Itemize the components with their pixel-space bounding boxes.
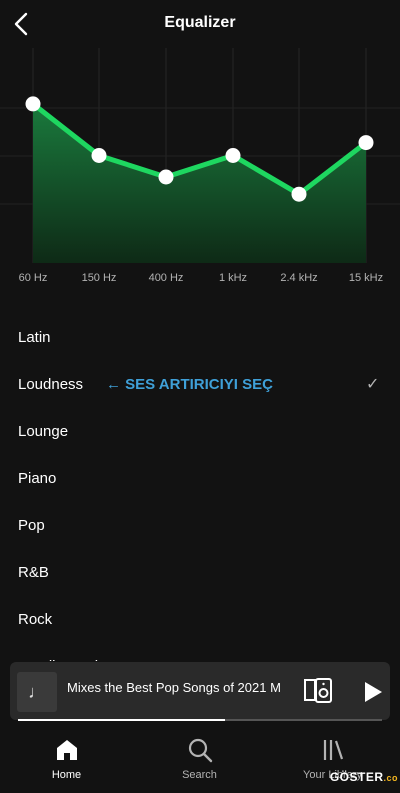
- preset-label: Pop: [18, 517, 45, 534]
- page-title: Equalizer: [164, 14, 236, 31]
- check-icon: ✓: [366, 376, 380, 393]
- band-label: 400 Hz: [148, 272, 184, 284]
- equalizer-graph: [0, 48, 400, 298]
- nav-home-label: Home: [51, 769, 82, 781]
- preset-list: Latin Loudness ← SES ARTIRICIYI SEÇ ✓ Lounge…: [0, 314, 400, 661]
- preset-item[interactable]: Piano: [0, 455, 400, 502]
- watermark-suffix: .co: [383, 773, 398, 783]
- band-handle-60hz[interactable]: [25, 96, 41, 112]
- equalizer-chart: [0, 48, 400, 264]
- library-icon: [323, 740, 343, 760]
- preset-item[interactable]: Rock: [0, 596, 400, 643]
- band-handle-1khz[interactable]: [225, 148, 241, 163]
- nav-search-label: Search: [182, 769, 217, 781]
- connect-device-icon[interactable]: [304, 678, 332, 704]
- preset-label: Piano: [18, 470, 57, 487]
- band-handle-150hz[interactable]: [91, 148, 107, 163]
- watermark-logo: GÖSTER.co: [330, 770, 398, 784]
- band-labels: 60 Hz 150 Hz 400 Hz 1 kHz 2.4 kHz 15 kHz: [0, 272, 400, 288]
- preset-label: Small Speakers: [18, 658, 123, 661]
- playback-progress-fill: [18, 719, 226, 721]
- band-label: 150 Hz: [81, 272, 117, 284]
- preset-item[interactable]: Small Speakers: [0, 643, 400, 661]
- music-note-icon: ♩: [28, 681, 46, 702]
- mini-player[interactable]: ♩ Mixes the Best Pop Songs of 2021 M: [10, 662, 390, 720]
- preset-label: Lounge: [18, 423, 69, 440]
- band-handle-15khz[interactable]: [358, 135, 374, 151]
- album-art[interactable]: ♩: [17, 672, 57, 712]
- track-title: Mixes the Best Pop Songs of 2021 M: [67, 680, 281, 695]
- nav-home[interactable]: Home: [0, 725, 133, 793]
- preset-item[interactable]: Loudness ← SES ARTIRICIYI SEÇ ✓: [0, 361, 400, 408]
- home-icon: [56, 740, 77, 760]
- nav-search[interactable]: Search: [133, 725, 266, 793]
- preset-label: Latin: [18, 329, 51, 346]
- preset-label: R&B: [18, 564, 49, 581]
- band-label: 2.4 kHz: [280, 272, 318, 284]
- preset-label: Loudness: [18, 376, 84, 393]
- band-label: 60 Hz: [18, 272, 48, 284]
- top-bar: Equalizer: [0, 0, 400, 48]
- preset-label: Rock: [18, 611, 53, 628]
- band-label: 1 kHz: [218, 272, 248, 284]
- preset-item[interactable]: R&B: [0, 549, 400, 596]
- play-icon[interactable]: [362, 680, 384, 704]
- annotation-hint: ← SES ARTIRICIYI SEÇ: [106, 376, 273, 393]
- preset-item[interactable]: Latin: [0, 314, 400, 361]
- band-label: 15 kHz: [348, 272, 384, 284]
- search-icon: [188, 738, 212, 763]
- band-handle-2.4khz[interactable]: [291, 186, 307, 202]
- watermark-text: GÖSTER: [329, 770, 384, 784]
- band-handle-400hz[interactable]: [158, 169, 174, 185]
- playback-progress[interactable]: [18, 719, 382, 721]
- preset-item[interactable]: Pop: [0, 502, 400, 549]
- preset-item[interactable]: Lounge: [0, 408, 400, 455]
